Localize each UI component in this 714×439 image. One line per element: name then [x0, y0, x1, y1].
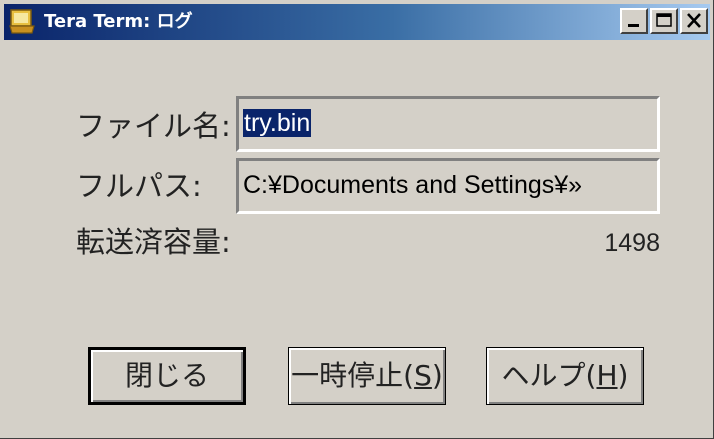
help-button[interactable]: ヘルプ(H): [486, 347, 644, 405]
filename-field[interactable]: try.bin: [236, 96, 660, 152]
title-bar[interactable]: Tera Term: ログ: [4, 4, 710, 40]
pause-button-label: 一時停止(S): [291, 359, 443, 392]
close-button[interactable]: 閉じる: [88, 347, 246, 405]
minimize-button[interactable]: [620, 8, 648, 34]
filename-value: try.bin: [243, 109, 312, 137]
transferred-label: 転送済容量:: [76, 225, 231, 259]
close-button-label: 閉じる: [124, 359, 209, 392]
close-icon: [687, 13, 701, 28]
filename-label: ファイル名:: [76, 109, 231, 143]
fullpath-field[interactable]: C:¥Documents and Settings¥»: [236, 158, 660, 214]
close-window-button[interactable]: [680, 8, 708, 34]
log-dialog-window: Tera Term: ログ ファイル名: try.bin フルパス: C:¥Do…: [0, 0, 714, 439]
pause-button[interactable]: 一時停止(S): [288, 347, 446, 405]
fullpath-value: C:¥Documents and Settings¥»: [243, 171, 583, 199]
help-button-label: ヘルプ(H): [501, 359, 629, 392]
tera-term-icon: [8, 8, 36, 36]
window-title: Tera Term: ログ: [44, 11, 193, 32]
minimize-icon: [628, 24, 639, 27]
fullpath-label: フルパス:: [76, 169, 202, 203]
maximize-icon: [656, 13, 672, 27]
transferred-value: 1498: [604, 229, 660, 257]
maximize-button[interactable]: [650, 8, 678, 34]
